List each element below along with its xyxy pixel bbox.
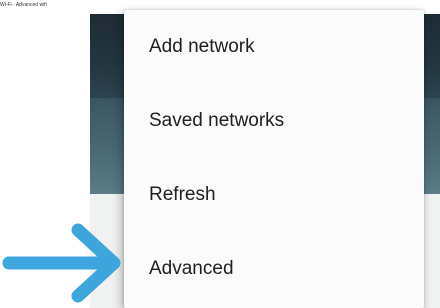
menu-item-label: Refresh [149, 184, 216, 205]
menu-item-saved-networks[interactable]: Saved networks [124, 84, 424, 158]
menu-item-label: Saved networks [149, 110, 285, 131]
menu-item-add-network[interactable]: Add network [124, 10, 424, 84]
screenshot-stage: Wi-Fi · Advanced wifi Add network Saved … [0, 0, 440, 308]
overflow-menu: Add network Saved networks Refresh Advan… [124, 10, 424, 308]
menu-item-advanced[interactable]: Advanced [124, 232, 424, 306]
right-arrow-icon [2, 223, 121, 303]
corner-caption: Wi-Fi · Advanced wifi [0, 2, 47, 8]
menu-item-label: Add network [149, 36, 255, 57]
menu-item-refresh[interactable]: Refresh [124, 158, 424, 232]
menu-item-label: Advanced [149, 258, 234, 279]
